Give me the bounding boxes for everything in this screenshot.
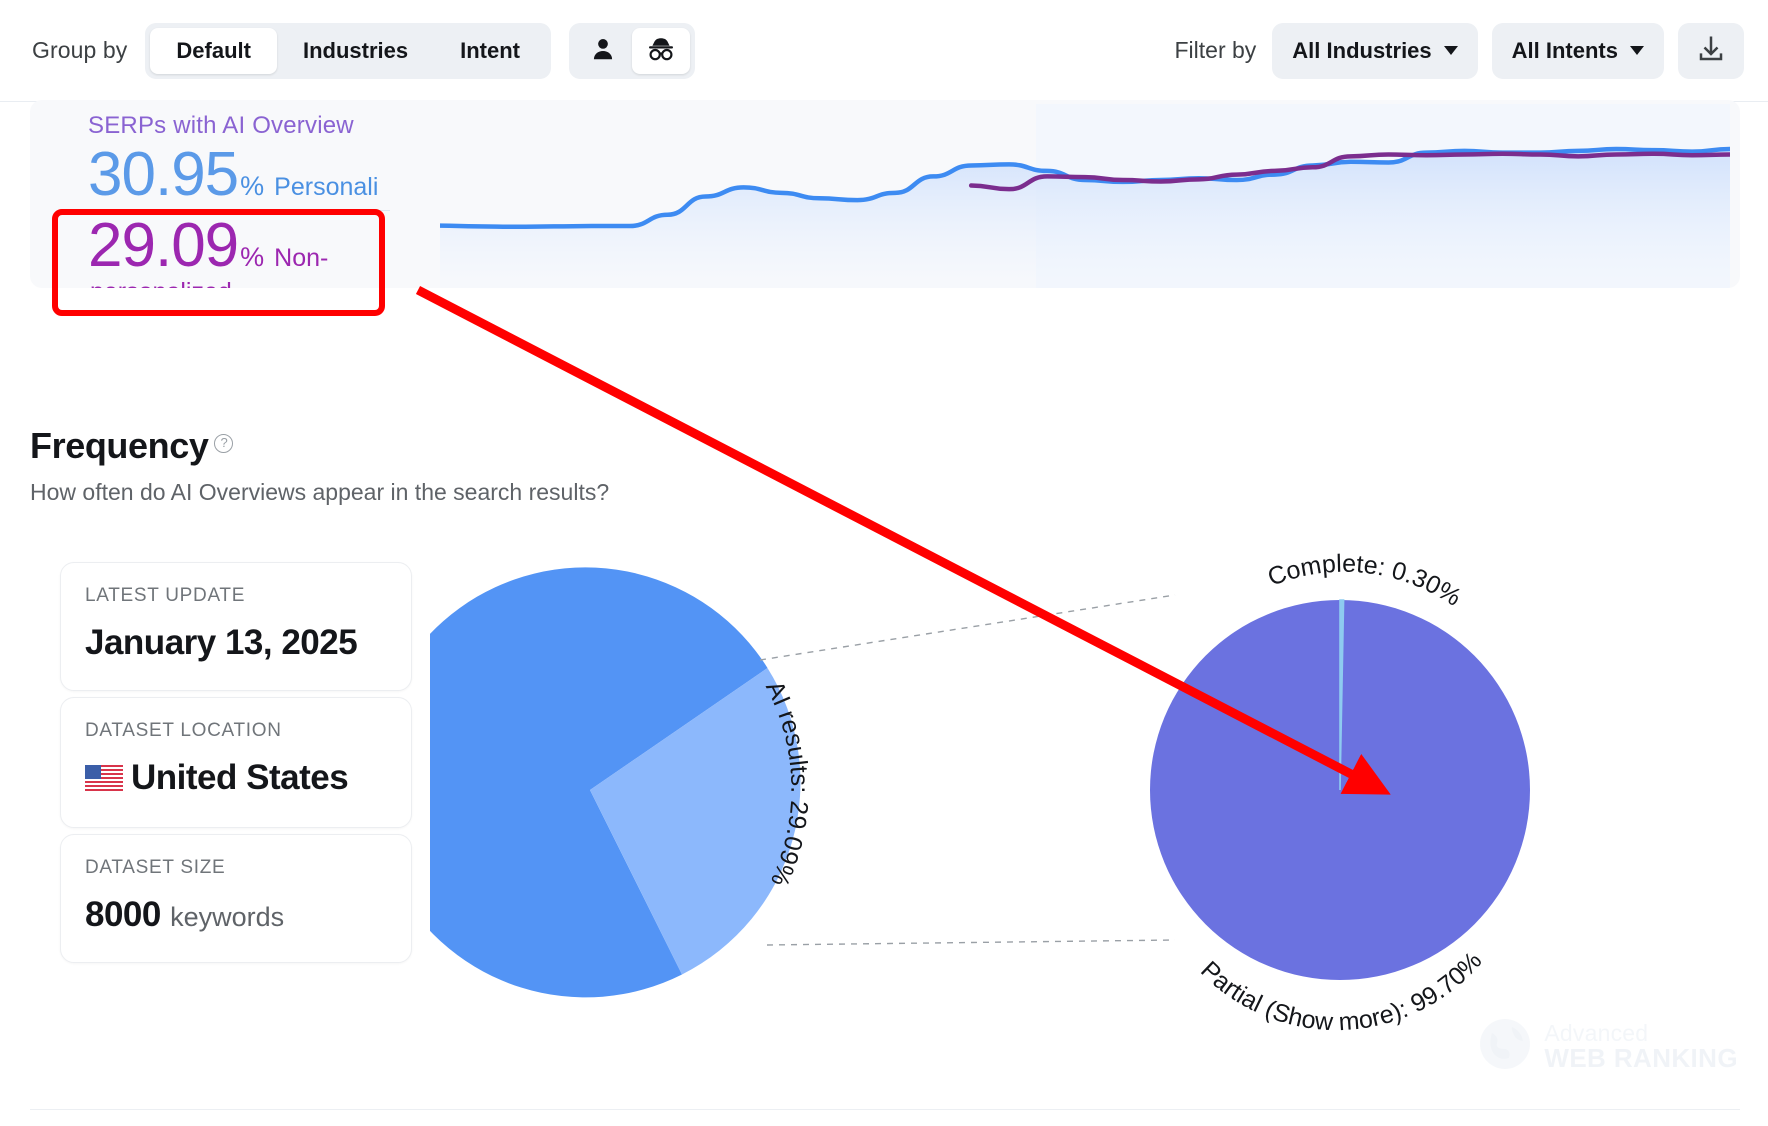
stat-personalized-value: 30.95: [88, 140, 239, 209]
intents-filter-label: All Intents: [1511, 37, 1618, 63]
frequency-section-header: Frequency ? How often do AI Overviews ap…: [30, 425, 609, 506]
person-mode-button[interactable]: [574, 28, 632, 74]
card-dataset-location-label: DATASET LOCATION: [85, 719, 282, 741]
watermark-line1: Advanced: [1544, 1020, 1649, 1046]
group-by-industries-tab[interactable]: Industries: [277, 28, 434, 74]
card-dataset-size-suffix: keywords: [170, 901, 285, 932]
card-dataset-location-text: United States: [131, 757, 349, 797]
group-by-label: Group by: [32, 37, 128, 63]
summary-banner: SERPs with AI Overview 30.95 % Personali…: [30, 100, 1740, 288]
card-latest-update: LATEST UPDATE January 13, 2025: [60, 562, 412, 691]
group-by-intent-tab[interactable]: Intent: [434, 28, 546, 74]
help-icon[interactable]: ?: [214, 434, 234, 453]
stat-nonpersonalized-unit: %: [240, 242, 265, 273]
us-flag-icon: [85, 760, 123, 801]
incognito-icon: [646, 36, 676, 65]
intents-filter-dropdown[interactable]: All Intents: [1491, 22, 1664, 79]
person-icon: [590, 36, 616, 65]
toolbar: Group by Default Industries Intent Filte…: [0, 0, 1768, 102]
filter-by-label: Filter by: [1174, 37, 1257, 63]
pie-chart-ai-presence: No AI: 70.91% AI results: 29.09%: [430, 567, 813, 998]
dataset-info-cards: LATEST UPDATE January 13, 2025 DATASET L…: [60, 562, 412, 969]
card-dataset-location-value: United States: [85, 758, 387, 801]
watermark: Advanced WEB RANKING: [1478, 1017, 1738, 1076]
card-dataset-size-label: DATASET SIZE: [85, 856, 226, 878]
page-title: Frequency ?: [30, 425, 609, 467]
bottom-divider: [30, 1109, 1740, 1110]
globe-icon: [1478, 1017, 1532, 1076]
group-by-segmented-control[interactable]: Default Industries Intent: [145, 22, 551, 79]
watermark-line2: WEB RANKING: [1544, 1043, 1738, 1073]
download-button[interactable]: [1678, 22, 1744, 79]
card-latest-update-label: LATEST UPDATE: [85, 585, 246, 606]
personalization-mode-toggle[interactable]: [569, 22, 695, 79]
trend-sparkline: [440, 104, 1730, 288]
toolbar-right-group: Filter by All Industries All Intents: [1174, 22, 1744, 79]
stat-nonpersonalized-value: 29.09: [88, 211, 239, 281]
chevron-down-icon: [1443, 46, 1458, 55]
section-title-text: Frequency: [30, 425, 209, 466]
pie-chart-ai-completeness: Complete: 0.30% Partial (Show more): 99.…: [1150, 550, 1530, 1036]
industries-filter-dropdown[interactable]: All Industries: [1272, 22, 1478, 79]
stat-personalized-unit: %: [240, 171, 265, 201]
download-icon: [1696, 34, 1726, 67]
watermark-text: Advanced WEB RANKING: [1544, 1020, 1738, 1073]
card-dataset-size: DATASET SIZE 8000 keywords: [60, 833, 412, 963]
card-dataset-size-value: 8000 keywords: [85, 895, 387, 936]
group-by-default-tab[interactable]: Default: [150, 27, 277, 74]
section-subtitle: How often do AI Overviews appear in the …: [30, 479, 610, 505]
industries-filter-label: All Industries: [1292, 37, 1432, 63]
pie-connectors: [759, 594, 1176, 946]
stat-personalized-label: Personali: [274, 173, 379, 201]
card-dataset-size-number: 8000: [85, 894, 161, 934]
card-dataset-location: DATASET LOCATION United States: [60, 696, 412, 828]
chevron-down-icon: [1630, 46, 1644, 55]
card-latest-update-value: January 13, 2025: [85, 623, 358, 662]
frequency-pie-charts: No AI: 70.91% AI results: 29.09% Complet…: [430, 550, 1530, 1036]
incognito-mode-button[interactable]: [632, 27, 690, 74]
stat-nonpersonalized-label: Non-: [274, 244, 329, 273]
